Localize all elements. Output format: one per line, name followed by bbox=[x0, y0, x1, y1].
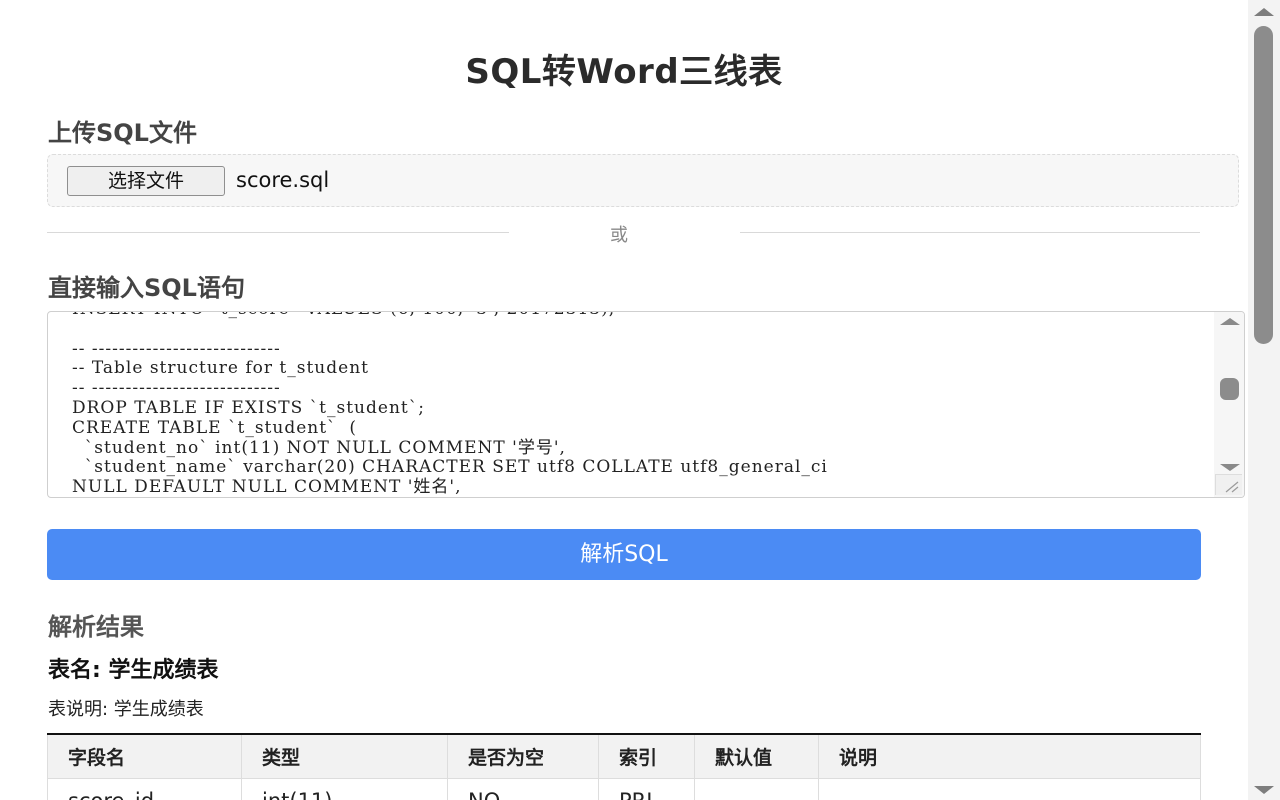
table-cell: PRI bbox=[598, 778, 695, 800]
table-cell: score_id bbox=[47, 778, 242, 800]
column-header: 索引 bbox=[598, 734, 695, 779]
page-title: SQL转Word三线表 bbox=[465, 52, 783, 92]
sql-input-heading: 直接输入SQL语句 bbox=[48, 274, 245, 302]
window-scroll-thumb[interactable] bbox=[1254, 26, 1273, 344]
table-description: 表说明: 学生成绩表 bbox=[48, 699, 204, 720]
table-cell bbox=[818, 778, 1201, 800]
column-header: 说明 bbox=[818, 734, 1201, 779]
textarea-scroll-thumb[interactable] bbox=[1220, 378, 1239, 400]
scroll-up-icon[interactable] bbox=[1254, 8, 1274, 16]
table-cell bbox=[694, 778, 819, 800]
column-header: 是否为空 bbox=[447, 734, 599, 779]
sql-textarea[interactable]: INSERT INTO `t_score` VALUES (6, 100, '3… bbox=[47, 311, 1245, 498]
divider-left bbox=[47, 232, 509, 233]
window-scrollbar[interactable] bbox=[1248, 0, 1280, 800]
divider-or-text: 或 bbox=[610, 225, 628, 246]
scroll-down-icon[interactable] bbox=[1254, 786, 1274, 794]
page: SQL转Word三线表 上传SQL文件 选择文件 score.sql 或 直接输… bbox=[0, 0, 1248, 800]
result-heading: 解析结果 bbox=[48, 613, 144, 641]
resize-grip-icon[interactable] bbox=[1215, 474, 1242, 495]
result-table: 字段名 类型 是否为空 索引 默认值 说明 score_id int(11) N… bbox=[47, 733, 1201, 800]
divider-right bbox=[740, 232, 1200, 233]
table-cell: int(11) bbox=[241, 778, 448, 800]
upload-area: 选择文件 score.sql bbox=[47, 154, 1239, 207]
textarea-scrollbar[interactable] bbox=[1214, 312, 1244, 497]
selected-file-name: score.sql bbox=[236, 168, 330, 192]
column-header: 类型 bbox=[241, 734, 448, 779]
sql-text: INSERT INTO `t_score` VALUES (6, 100, '3… bbox=[72, 312, 828, 498]
table-row: score_id int(11) NO PRI bbox=[47, 778, 1201, 800]
upload-heading: 上传SQL文件 bbox=[48, 119, 197, 147]
table-header-row: 字段名 类型 是否为空 索引 默认值 说明 bbox=[47, 734, 1201, 779]
table-name: 表名: 学生成绩表 bbox=[48, 658, 219, 683]
choose-file-button[interactable]: 选择文件 bbox=[67, 166, 225, 196]
triangle-down-icon[interactable] bbox=[1220, 464, 1240, 471]
triangle-up-icon[interactable] bbox=[1220, 318, 1240, 325]
column-header: 字段名 bbox=[47, 734, 242, 779]
parse-sql-button[interactable]: 解析SQL bbox=[47, 529, 1201, 580]
table-cell: NO bbox=[447, 778, 599, 800]
column-header: 默认值 bbox=[694, 734, 819, 779]
